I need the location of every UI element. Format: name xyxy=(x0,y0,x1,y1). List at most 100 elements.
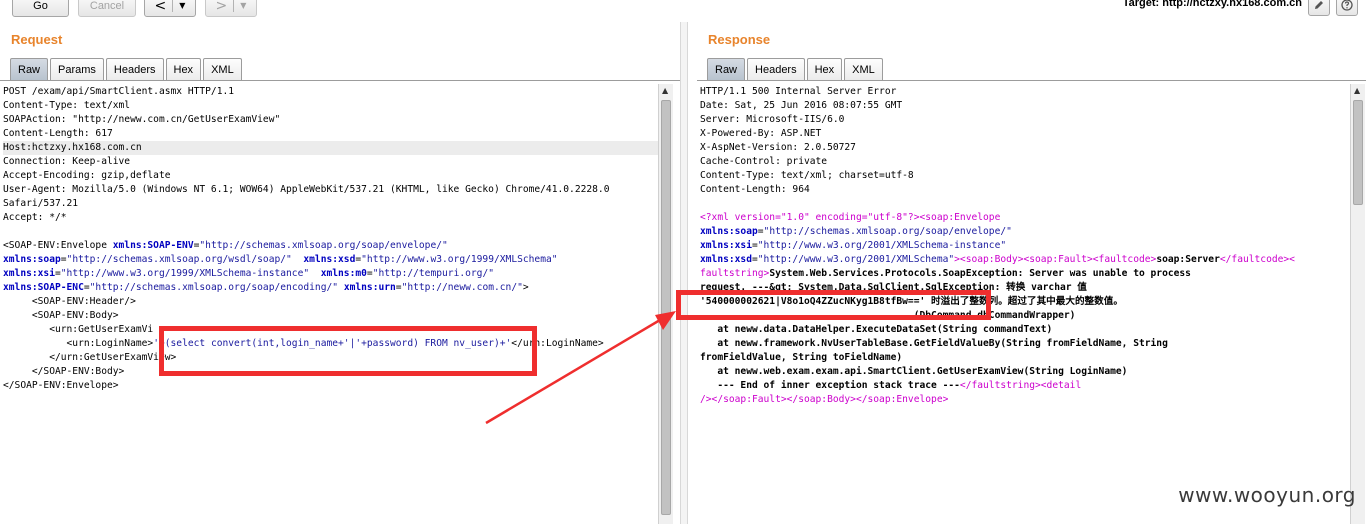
help-button[interactable] xyxy=(1336,0,1358,16)
code-token: "http://schemas.xmlsoap.org/soap/envelop… xyxy=(199,240,448,251)
request-pane: Request Raw Params Headers Hex XML POST /exa… xyxy=(0,22,680,524)
code-token: xmlns:urn xyxy=(343,282,396,293)
code-line: <SOAP-ENV:Envelope xmlns:SOAP-ENV="http:… xyxy=(3,239,658,253)
edit-target-button[interactable] xyxy=(1308,0,1330,16)
tab-raw[interactable]: Raw xyxy=(10,58,49,80)
code-token: xmlns:xsi xyxy=(700,240,752,251)
payload-highlight-box xyxy=(159,326,537,376)
code-token: > xyxy=(522,282,529,293)
code-line: X-AspNet-Version: 2.0.50727 xyxy=(700,141,1350,155)
code-line: Content-Type: text/xml; charset=utf-8 xyxy=(700,169,1350,183)
code-line: --- End of inner exception stack trace -… xyxy=(700,379,1350,393)
tab-params[interactable]: Params xyxy=(50,58,104,80)
code-line: xmlns:SOAP-ENC="http://schemas.xmlsoap.o… xyxy=(3,281,658,295)
code-token: xmlns:xsd xyxy=(303,254,356,265)
code-line: Server: Microsoft-IIS/6.0 xyxy=(700,113,1350,127)
code-line: Cache-Control: private xyxy=(700,155,1350,169)
code-token: xmlns:xsd xyxy=(700,254,752,265)
code-token: "http://www.w3.org/1999/XMLSchema-instan… xyxy=(60,268,310,279)
response-title: Response xyxy=(708,32,771,47)
code-token: X-Powered-By: ASP.NET xyxy=(700,128,822,139)
code-line: at neww.web.exam.exam.api.SmartClient.Ge… xyxy=(700,365,1350,379)
back-button[interactable]: < ▼ xyxy=(144,0,196,17)
code-line: <?xml version="1.0" encoding="utf-8"?><s… xyxy=(700,211,1350,225)
scrollbar-thumb[interactable] xyxy=(661,100,671,515)
forward-button[interactable]: > ▼ xyxy=(205,0,257,17)
back-icon: < xyxy=(154,0,167,14)
code-line: xmlns:xsi="http://www.w3.org/2001/XMLSch… xyxy=(700,239,1350,253)
request-title: Request xyxy=(11,32,63,47)
code-token: Accept-Encoding: gzip,deflate xyxy=(3,170,171,181)
tab-headers[interactable]: Headers xyxy=(747,58,805,80)
chevron-down-icon[interactable]: ▼ xyxy=(240,1,246,10)
code-token: ><soap:Body><soap:Fault><faultcode> xyxy=(954,254,1157,265)
code-line: POST /exam/api/SmartClient.asmx HTTP/1.1 xyxy=(3,85,658,99)
code-line: HTTP/1.1 500 Internal Server Error xyxy=(700,85,1350,99)
code-line: Date: Sat, 25 Jun 2016 08:07:55 GMT xyxy=(700,99,1350,113)
help-icon xyxy=(1341,0,1353,11)
code-token: Content-Length: 964 xyxy=(700,184,810,195)
code-token: "http://www.w3.org/2001/XMLSchema-instan… xyxy=(757,240,1007,251)
tab-raw[interactable]: Raw xyxy=(707,58,746,80)
code-line: Accept-Encoding: gzip,deflate xyxy=(3,169,658,183)
code-token: soap:Server xyxy=(1156,254,1220,265)
code-token: Content-Type: text/xml; charset=utf-8 xyxy=(700,170,914,181)
code-line: Content-Type: text/xml xyxy=(3,99,658,113)
code-token: </faultcode>< xyxy=(1219,254,1295,265)
button-separator xyxy=(233,0,235,12)
code-line: Content-Length: 964 xyxy=(700,183,1350,197)
cancel-button[interactable]: Cancel xyxy=(78,0,136,17)
watermark: www.wooyun.org xyxy=(1178,483,1356,507)
code-token: Server: Microsoft-IIS/6.0 xyxy=(700,114,845,125)
code-line: Connection: Keep-alive xyxy=(3,155,658,169)
code-line: xmlns:soap="http://schemas.xmlsoap.org/s… xyxy=(700,225,1350,239)
code-token: xmlns:soap xyxy=(3,254,61,265)
code-token: HTTP/1.1 500 Internal Server Error xyxy=(700,86,897,97)
forward-icon: > xyxy=(215,0,228,14)
code-token: System.Web.Services.Protocols.SoapExcept… xyxy=(769,268,1191,279)
code-token: "http://schemas.xmlsoap.org/wsdl/soap/" xyxy=(66,254,292,265)
tab-headers[interactable]: Headers xyxy=(105,58,164,80)
code-line: User-Agent: Mozilla/5.0 (Windows NT 6.1;… xyxy=(3,183,658,197)
code-line: /></soap:Fault></soap:Body></soap:Envelo… xyxy=(700,393,1350,407)
tab-xml[interactable]: XML xyxy=(203,58,242,80)
scroll-up-icon[interactable]: ▲ xyxy=(662,86,668,95)
code-token: at neww.data.DataHelper.ExecuteDataSet(S… xyxy=(700,324,1053,335)
code-token: at neww.web.exam.exam.api.SmartClient.Ge… xyxy=(700,366,1128,377)
request-scrollbar[interactable]: ▲ xyxy=(658,84,673,524)
pane-divider[interactable] xyxy=(680,22,688,524)
toolbar: Go Cancel < ▼ > ▼ Target: http://hctzxy.… xyxy=(0,0,1366,22)
response-scrollbar[interactable]: ▲ xyxy=(1350,84,1365,524)
code-token: <SOAP-ENV:Body> xyxy=(3,310,119,321)
request-editor[interactable]: POST /exam/api/SmartClient.asmx HTTP/1.1… xyxy=(0,84,658,524)
code-line: Safari/537.21 xyxy=(3,197,658,211)
code-token: Cache-Control: private xyxy=(700,156,828,167)
target-label[interactable]: Target: http://hctzxy.hx168.com.cn xyxy=(1123,0,1302,9)
response-tabs: Raw Headers Hex XML xyxy=(707,58,885,80)
code-token: Content-Type: text/xml xyxy=(3,100,131,111)
code-line: SOAPAction: "http://neww.com.cn/GetUserE… xyxy=(3,113,658,127)
code-line: fromFieldValue, String toFieldName) xyxy=(700,351,1350,365)
code-token: SOAPAction: "http://neww.com.cn/GetUserE… xyxy=(3,114,281,125)
chevron-down-icon[interactable]: ▼ xyxy=(179,1,185,10)
code-token: Accept: */* xyxy=(3,212,67,223)
code-token: xmlns:SOAP-ENC xyxy=(3,282,84,293)
code-line: xmlns:soap="http://schemas.xmlsoap.org/w… xyxy=(3,253,658,267)
code-line: Content-Length: 617 xyxy=(3,127,658,141)
code-token: faultstring> xyxy=(700,268,770,279)
code-token: Date: Sat, 25 Jun 2016 08:07:55 GMT xyxy=(700,100,903,111)
code-line: X-Powered-By: ASP.NET xyxy=(700,127,1350,141)
tab-hex[interactable]: Hex xyxy=(165,58,202,80)
tab-hex[interactable]: Hex xyxy=(806,58,843,80)
tab-xml[interactable]: XML xyxy=(844,58,883,80)
go-button[interactable]: Go xyxy=(12,0,69,17)
scrollbar-thumb[interactable] xyxy=(1353,100,1363,205)
scroll-up-icon[interactable]: ▲ xyxy=(1354,86,1360,95)
code-token: Connection: Keep-alive xyxy=(3,156,131,167)
code-token: --- End of inner exception stack trace -… xyxy=(700,380,960,391)
response-code: HTTP/1.1 500 Internal Server Error Date: … xyxy=(697,84,1350,407)
code-token: xmlns:xsi xyxy=(3,268,55,279)
